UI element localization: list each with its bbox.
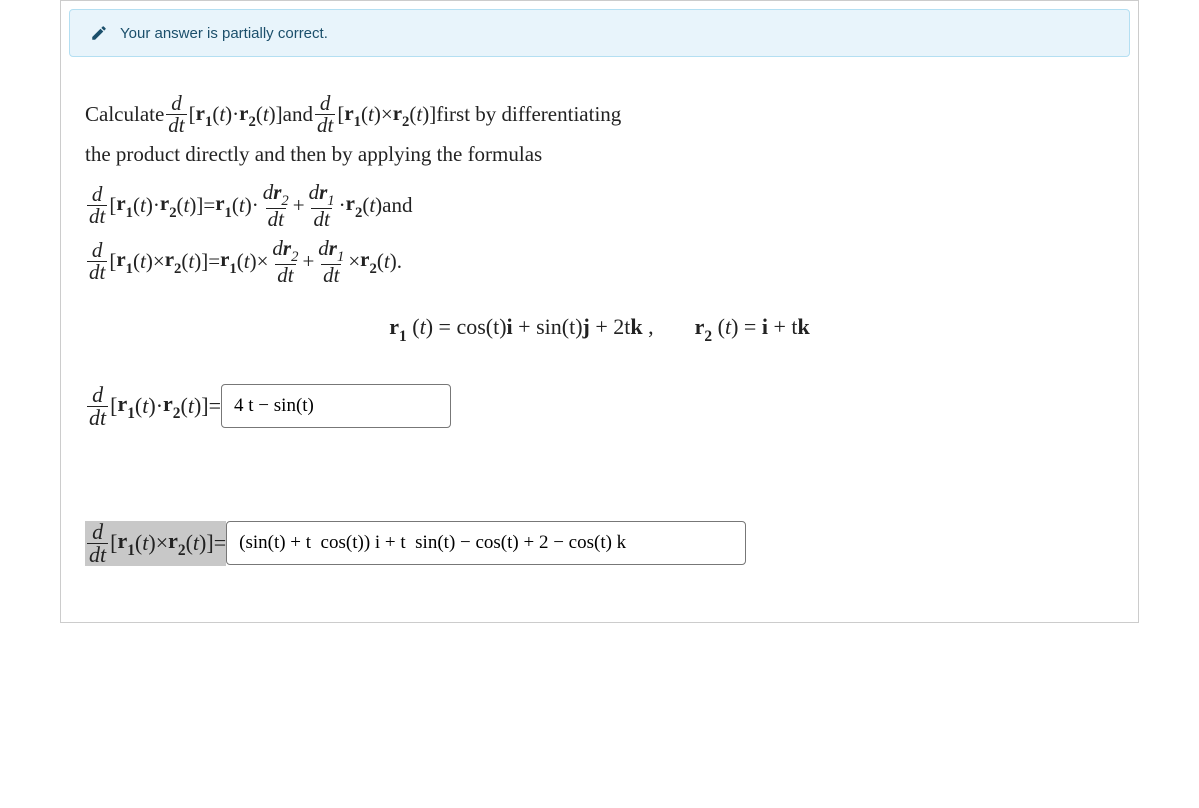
r2-symbol: r2: [239, 95, 256, 135]
question-container: Your answer is partially correct. Calcul…: [60, 0, 1139, 623]
pencil-icon: [90, 24, 108, 42]
intro-text-b: and: [283, 96, 313, 134]
frac-ddt-1: d dt: [166, 93, 186, 136]
cross-product-rule: d dt [ r1 (t) × r2 (t) ] = r1 (t) × dr2 …: [85, 238, 1114, 286]
answer-input-cross[interactable]: [226, 521, 746, 565]
tail-and: and: [382, 193, 412, 218]
intro-text-a: Calculate: [85, 96, 164, 134]
dot-product-rule: d dt [ r1 (t) · r2 (t) ] = r1 (t) · dr2 …: [85, 182, 1114, 230]
intro-line-2: the product directly and then by applyin…: [85, 136, 1114, 174]
r1-symbol: r1: [196, 95, 213, 135]
lhs-cross-incorrect: d dt [ r1 (t) × r2 (t) ] =: [85, 521, 226, 566]
question-body: Calculate d dt [ r1 (t) · r2 (t) ] and d…: [61, 65, 1138, 566]
lhs-dot: d dt [ r1 (t) · r2 (t) ] =: [85, 384, 221, 429]
intro-text-c: first by differentiating: [436, 96, 621, 134]
intro-line-1: Calculate d dt [ r1 (t) · r2 (t) ] and d…: [85, 93, 1114, 136]
answer-row-dot: d dt [ r1 (t) · r2 (t) ] =: [85, 384, 1114, 429]
answer-row-cross: d dt [ r1 (t) × r2 (t) ] =: [85, 521, 1114, 566]
frac-ddt-2: d dt: [315, 93, 335, 136]
given-vectors: r1 (t) = cos(t)i + sin(t)j + 2tk , r2 (t…: [85, 314, 1114, 344]
tail-period: .: [397, 249, 402, 274]
answer-input-dot[interactable]: [221, 384, 451, 428]
feedback-banner: Your answer is partially correct.: [69, 9, 1130, 57]
feedback-text: Your answer is partially correct.: [120, 25, 328, 42]
